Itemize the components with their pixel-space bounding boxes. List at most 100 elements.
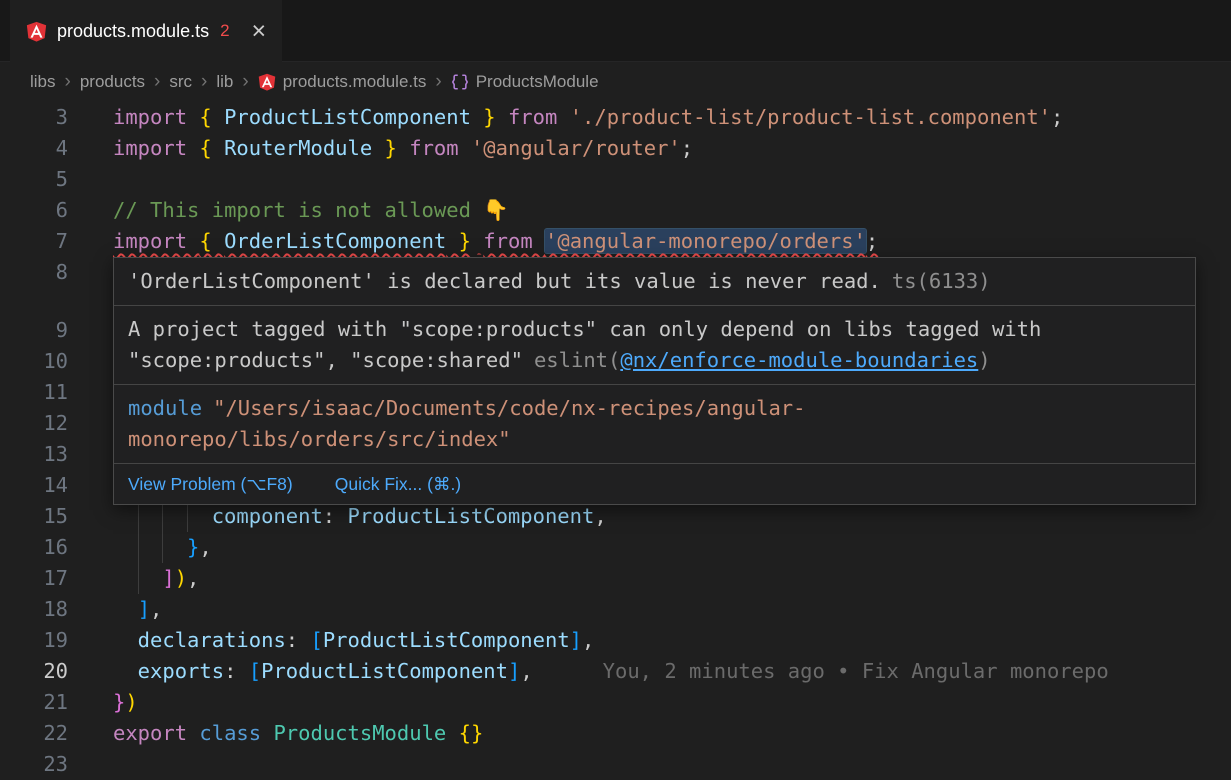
code-token: ProductListComponent bbox=[224, 105, 471, 129]
line-number[interactable]: 8 bbox=[0, 257, 68, 288]
code-token: ; bbox=[866, 229, 878, 253]
code-token: '@angular/router' bbox=[471, 136, 681, 160]
breadcrumb-separator: › bbox=[242, 71, 248, 93]
code-token: ProductListComponent bbox=[323, 628, 570, 652]
line-number[interactable]: 13 bbox=[0, 439, 68, 470]
line-number[interactable]: 21 bbox=[0, 687, 68, 718]
eslint-source-label: eslint( bbox=[534, 348, 620, 372]
breadcrumb-item-libs[interactable]: libs bbox=[30, 72, 56, 92]
hover-module-info: module"/Users/isaac/Documents/code/nx-re… bbox=[114, 385, 1195, 463]
code-token: 👇 bbox=[483, 198, 509, 222]
diagnostic-eslint-line2: "scope:products", "scope:shared"eslint(@… bbox=[128, 345, 1181, 376]
code-token: from bbox=[483, 229, 545, 253]
code-token: } bbox=[446, 229, 471, 253]
code-token bbox=[162, 532, 187, 563]
code-line: 18 ], bbox=[0, 594, 1231, 625]
hover-diagnostic-eslint: A project tagged with "scope:products" c… bbox=[114, 306, 1195, 384]
line-number[interactable]: 19 bbox=[0, 625, 68, 656]
code-text[interactable]: // This import is not allowed 👇 bbox=[113, 195, 509, 226]
code-token: from bbox=[409, 136, 471, 160]
breadcrumb-item-src[interactable]: src bbox=[169, 72, 192, 92]
code-text[interactable]: export class ProductsModule {} bbox=[113, 718, 483, 749]
line-number[interactable]: 17 bbox=[0, 563, 68, 594]
line-number[interactable]: 12 bbox=[0, 408, 68, 439]
code-token: : bbox=[224, 659, 249, 683]
code-line: 4 import { RouterModule } from '@angular/… bbox=[0, 133, 1231, 164]
line-number[interactable]: 5 bbox=[0, 164, 68, 195]
diagnostic-ts-code: ts(6133) bbox=[892, 269, 991, 293]
line-number[interactable]: 16 bbox=[0, 532, 68, 563]
code-token: ; bbox=[681, 136, 693, 160]
editor[interactable]: 3 import { ProductListComponent } from '.… bbox=[0, 102, 1231, 780]
line-number[interactable]: 15 bbox=[0, 501, 68, 532]
code-token: component bbox=[212, 504, 323, 528]
code-token bbox=[162, 501, 187, 532]
code-text[interactable]: ], bbox=[113, 594, 162, 625]
code-token: { bbox=[199, 136, 224, 160]
code-token: { bbox=[199, 105, 224, 129]
breadcrumb-separator: › bbox=[201, 71, 207, 93]
code-token: } bbox=[113, 690, 125, 714]
line-number[interactable]: 23 bbox=[0, 749, 68, 780]
breadcrumb: libs › products › src › lib › products.module.t… bbox=[0, 62, 1231, 102]
line-number[interactable]: 9 bbox=[0, 315, 68, 346]
code-token bbox=[471, 229, 483, 253]
line-number[interactable]: 18 bbox=[0, 594, 68, 625]
code-token: import bbox=[113, 136, 199, 160]
code-text[interactable]: ]), bbox=[113, 563, 199, 594]
code-text[interactable]: }) bbox=[113, 687, 138, 718]
module-path-line2: monorepo/libs/orders/src/index" bbox=[128, 427, 511, 451]
code-text[interactable]: import { ProductListComponent } from './… bbox=[113, 102, 1063, 133]
line-number[interactable]: 3 bbox=[0, 102, 68, 133]
line-number[interactable]: 10 bbox=[0, 346, 68, 377]
tab-close-icon[interactable]: × bbox=[252, 19, 267, 44]
code-text[interactable]: declarations: [ProductListComponent], bbox=[113, 625, 594, 656]
code-token bbox=[138, 563, 163, 594]
code-token: OrderListComponent bbox=[224, 229, 446, 253]
code-line: 19 declarations: [ProductListComponent], bbox=[0, 625, 1231, 656]
code-token: ] bbox=[570, 628, 582, 652]
quick-fix-button[interactable]: Quick Fix... (⌘.) bbox=[335, 473, 461, 495]
line-number[interactable]: 7 bbox=[0, 226, 68, 257]
breadcrumb-item-products-module-ts[interactable]: products.module.ts bbox=[258, 72, 427, 92]
code-token: , bbox=[520, 659, 532, 683]
code-token bbox=[113, 504, 138, 528]
line-number[interactable]: 22 bbox=[0, 718, 68, 749]
code-token: ) bbox=[125, 690, 137, 714]
code-token: { bbox=[199, 229, 224, 253]
code-line: 16 }, bbox=[0, 532, 1231, 563]
symbol-module-icon bbox=[451, 73, 469, 91]
breadcrumb-separator: › bbox=[435, 71, 441, 93]
code-token bbox=[113, 535, 138, 559]
tab-products-module[interactable]: products.module.ts 2 × bbox=[10, 0, 282, 62]
code-token: ] bbox=[508, 659, 520, 683]
code-token: , bbox=[150, 597, 162, 621]
line-number[interactable]: 4 bbox=[0, 133, 68, 164]
breadcrumb-item-productsmodule[interactable]: ProductsModule bbox=[451, 72, 599, 92]
breadcrumb-label: libs bbox=[30, 72, 56, 92]
code-text[interactable]: import { OrderListComponent } from '@ang… bbox=[113, 226, 878, 257]
code-text[interactable]: exports: [ProductListComponent],You, 2 m… bbox=[113, 656, 1109, 687]
line-number[interactable]: 20 bbox=[0, 656, 68, 687]
code-token: ] bbox=[138, 597, 150, 621]
code-text[interactable]: }, bbox=[113, 532, 212, 563]
code-token bbox=[496, 105, 508, 129]
code-token: RouterModule bbox=[224, 136, 372, 160]
code-token bbox=[113, 597, 138, 621]
code-text[interactable]: component: ProductListComponent, bbox=[113, 501, 607, 532]
line-number[interactable]: 14 bbox=[0, 470, 68, 501]
breadcrumb-item-lib[interactable]: lib bbox=[216, 72, 233, 92]
breadcrumb-item-products[interactable]: products bbox=[80, 72, 145, 92]
code-token: ] bbox=[162, 566, 174, 590]
code-line: 22 export class ProductsModule {} bbox=[0, 718, 1231, 749]
code-text[interactable]: import { RouterModule } from '@angular/r… bbox=[113, 133, 693, 164]
code-token: : bbox=[286, 628, 311, 652]
line-number[interactable]: 6 bbox=[0, 195, 68, 226]
breadcrumb-separator: › bbox=[65, 71, 71, 93]
tab-error-count-badge: 2 bbox=[220, 21, 229, 41]
breadcrumb-label: ProductsModule bbox=[476, 72, 599, 92]
line-number[interactable]: 11 bbox=[0, 377, 68, 408]
code-token: ; bbox=[1051, 105, 1063, 129]
eslint-rule-link[interactable]: @nx/enforce-module-boundaries bbox=[620, 348, 978, 372]
view-problem-button[interactable]: View Problem (⌥F8) bbox=[128, 473, 293, 495]
